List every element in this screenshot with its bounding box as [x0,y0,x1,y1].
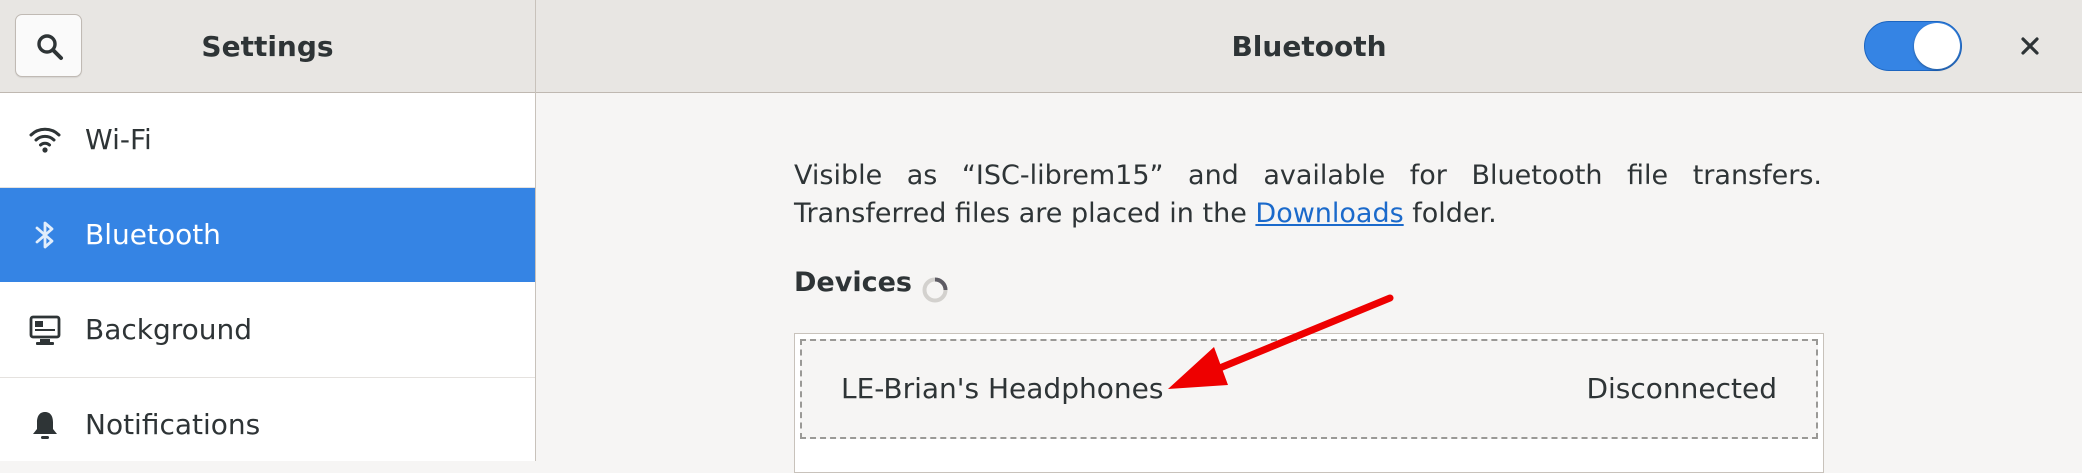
sidebar-item-notifications[interactable]: Notifications [0,378,535,472]
devices-heading: Devices [794,267,912,298]
downloads-link[interactable]: Downloads [1255,198,1403,229]
sidebar-item-wifi[interactable]: Wi-Fi [0,93,535,187]
main-content: Visible as “ISC-librem15” and available … [536,93,2082,473]
search-icon [37,34,63,60]
bluetooth-toggle-switch[interactable] [1864,21,1962,71]
close-icon [2021,37,2039,55]
search-button[interactable] [15,14,82,77]
switch-knob [1914,23,1960,69]
background-icon [29,315,61,345]
device-list: LE-Brian's Headphones Disconnected [794,333,1824,473]
device-status: Disconnected [1586,372,1777,405]
visibility-description: Visible as “ISC-librem15” and available … [794,157,1822,233]
sidebar-header: Settings [0,0,536,93]
sidebar-item-background[interactable]: Background [0,283,535,377]
sidebar-item-label: Background [85,313,253,346]
sidebar-item-bluetooth[interactable]: Bluetooth [0,188,535,282]
settings-title: Settings [201,30,334,63]
close-button[interactable] [1999,20,2061,72]
page-title: Bluetooth [1231,30,1387,63]
bluetooth-icon [35,221,54,249]
device-name: LE-Brian's Headphones [841,372,1164,405]
sidebar: Wi-Fi Bluetooth Background Notifications [0,93,536,461]
header-bar: Settings Bluetooth [0,0,2082,93]
spinner-icon [922,277,948,303]
device-row[interactable]: LE-Brian's Headphones Disconnected [800,339,1818,439]
bell-icon [33,412,57,439]
sidebar-item-label: Notifications [85,408,261,441]
sidebar-item-label: Bluetooth [85,218,221,251]
wifi-icon [29,127,61,153]
description-text-end: folder. [1403,198,1497,229]
sidebar-item-label: Wi-Fi [85,123,152,156]
